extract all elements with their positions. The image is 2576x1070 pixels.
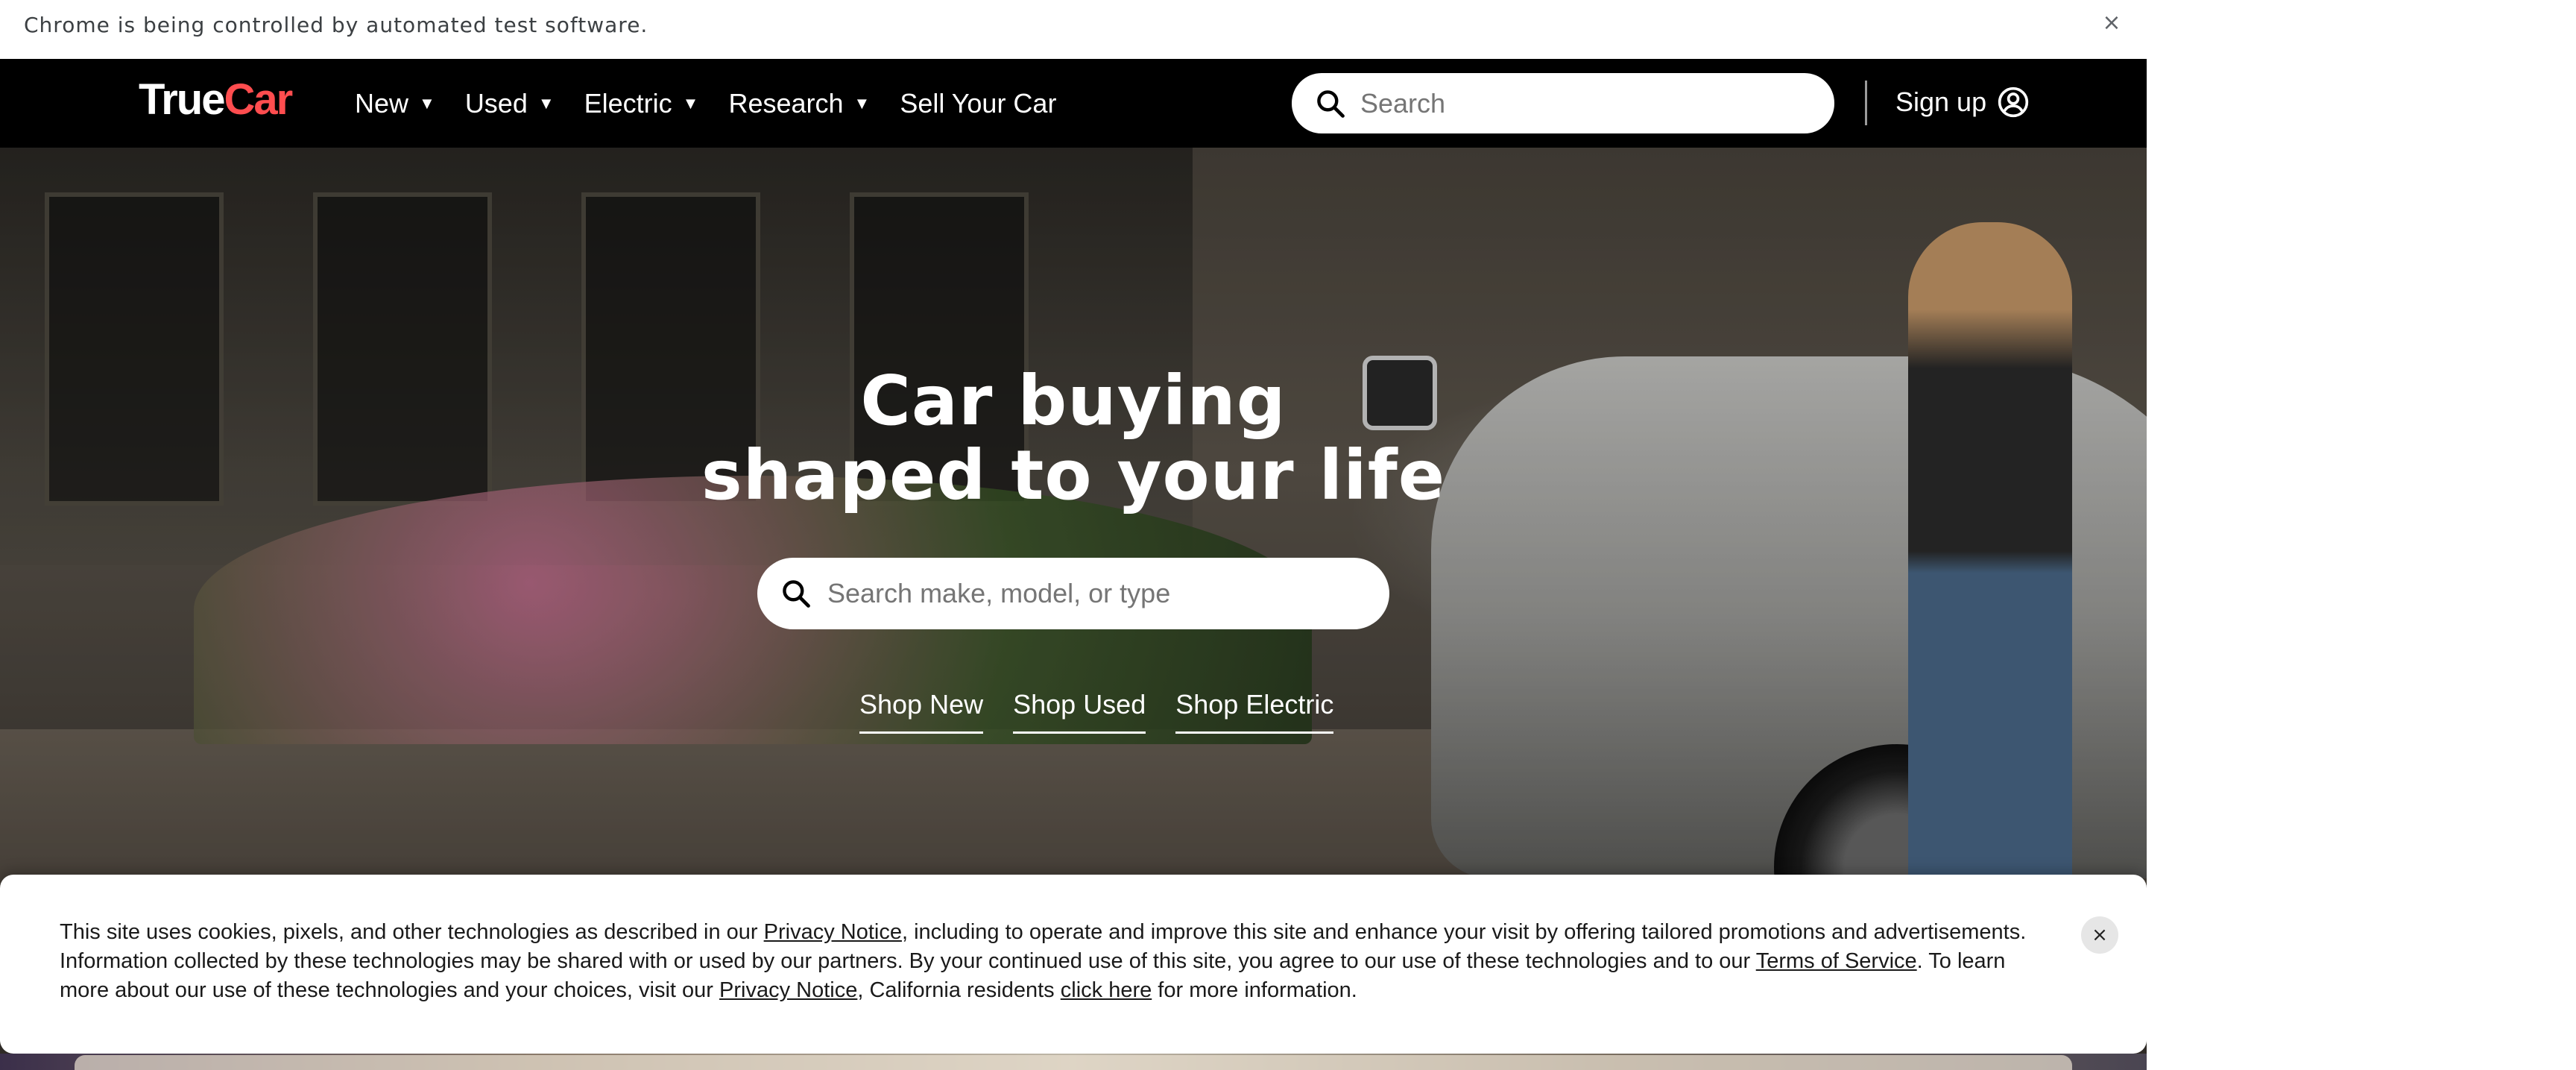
site-header: TrueCar New ▼ Used ▼ Electric ▼ Research… (0, 59, 2147, 148)
cookie-banner-text: This site uses cookies, pixels, and othe… (60, 918, 2042, 1005)
hero-search-box[interactable] (757, 558, 1389, 629)
user-circle-icon (1997, 86, 2030, 119)
nav-item-label: Electric (584, 88, 672, 119)
hero-search-input[interactable] (827, 578, 1364, 609)
nav-item-label: New (355, 88, 409, 119)
automation-infobar: Chrome is being controlled by automated … (0, 0, 2147, 59)
nav-item-label: Research (728, 88, 844, 119)
shop-electric-link[interactable]: Shop Electric (1175, 689, 1334, 734)
nav-item-used[interactable]: Used ▼ (465, 88, 555, 119)
main-nav: New ▼ Used ▼ Electric ▼ Research ▼ Sell … (355, 83, 1056, 125)
search-icon (1314, 87, 1347, 120)
privacy-notice-link[interactable]: Privacy Notice (764, 920, 902, 944)
nav-item-new[interactable]: New ▼ (355, 88, 435, 119)
search-icon (780, 577, 812, 610)
sign-up-label: Sign up (1895, 86, 1987, 117)
caret-down-icon: ▼ (419, 94, 435, 113)
screen: Chrome is being controlled by automated … (0, 0, 2576, 1070)
infobar-message: Chrome is being controlled by automated … (24, 13, 648, 37)
cookie-text-segment: for more information. (1152, 978, 1357, 1002)
cookie-banner: This site uses cookies, pixels, and othe… (0, 875, 2147, 1054)
cookie-text-segment: This site uses cookies, pixels, and othe… (60, 920, 764, 944)
caret-down-icon: ▼ (682, 94, 699, 113)
cookie-text-segment: , California residents (857, 978, 1061, 1002)
infobar-close-icon[interactable]: × (2100, 12, 2123, 34)
next-section-card-peek (75, 1055, 2072, 1070)
sign-up-button[interactable]: Sign up (1895, 81, 2030, 123)
logo-text: TrueCar (139, 75, 293, 124)
caret-down-icon: ▼ (853, 94, 871, 113)
terms-of-service-link[interactable]: Terms of Service (1756, 949, 1917, 973)
truecar-logo[interactable]: TrueCar (139, 75, 293, 124)
header-search-box[interactable] (1292, 73, 1834, 133)
cookie-close-icon[interactable]: × (2081, 916, 2118, 954)
page: TrueCar New ▼ Used ▼ Electric ▼ Research… (0, 59, 2147, 1070)
click-here-link[interactable]: click here (1061, 978, 1152, 1002)
nav-item-sell-your-car[interactable]: Sell Your Car (900, 88, 1056, 119)
nav-item-research[interactable]: Research ▼ (728, 88, 870, 119)
hero-headline-line-2: shaped to your life (701, 435, 1446, 515)
hero-shop-links: Shop New Shop Used Shop Electric (859, 689, 1363, 734)
shop-new-link[interactable]: Shop New (859, 689, 984, 734)
nav-item-label: Used (464, 88, 528, 119)
shop-used-link[interactable]: Shop Used (1013, 689, 1146, 734)
nav-item-electric[interactable]: Electric ▼ (584, 88, 699, 119)
privacy-notice-link[interactable]: Privacy Notice (719, 978, 857, 1002)
caret-down-icon: ▼ (537, 94, 555, 113)
header-divider (1865, 81, 1867, 125)
header-search-input[interactable] (1360, 87, 1808, 119)
hero-headline: Car buying shaped to your life (701, 364, 1446, 513)
hero-headline-line-1: Car buying (860, 361, 1287, 441)
